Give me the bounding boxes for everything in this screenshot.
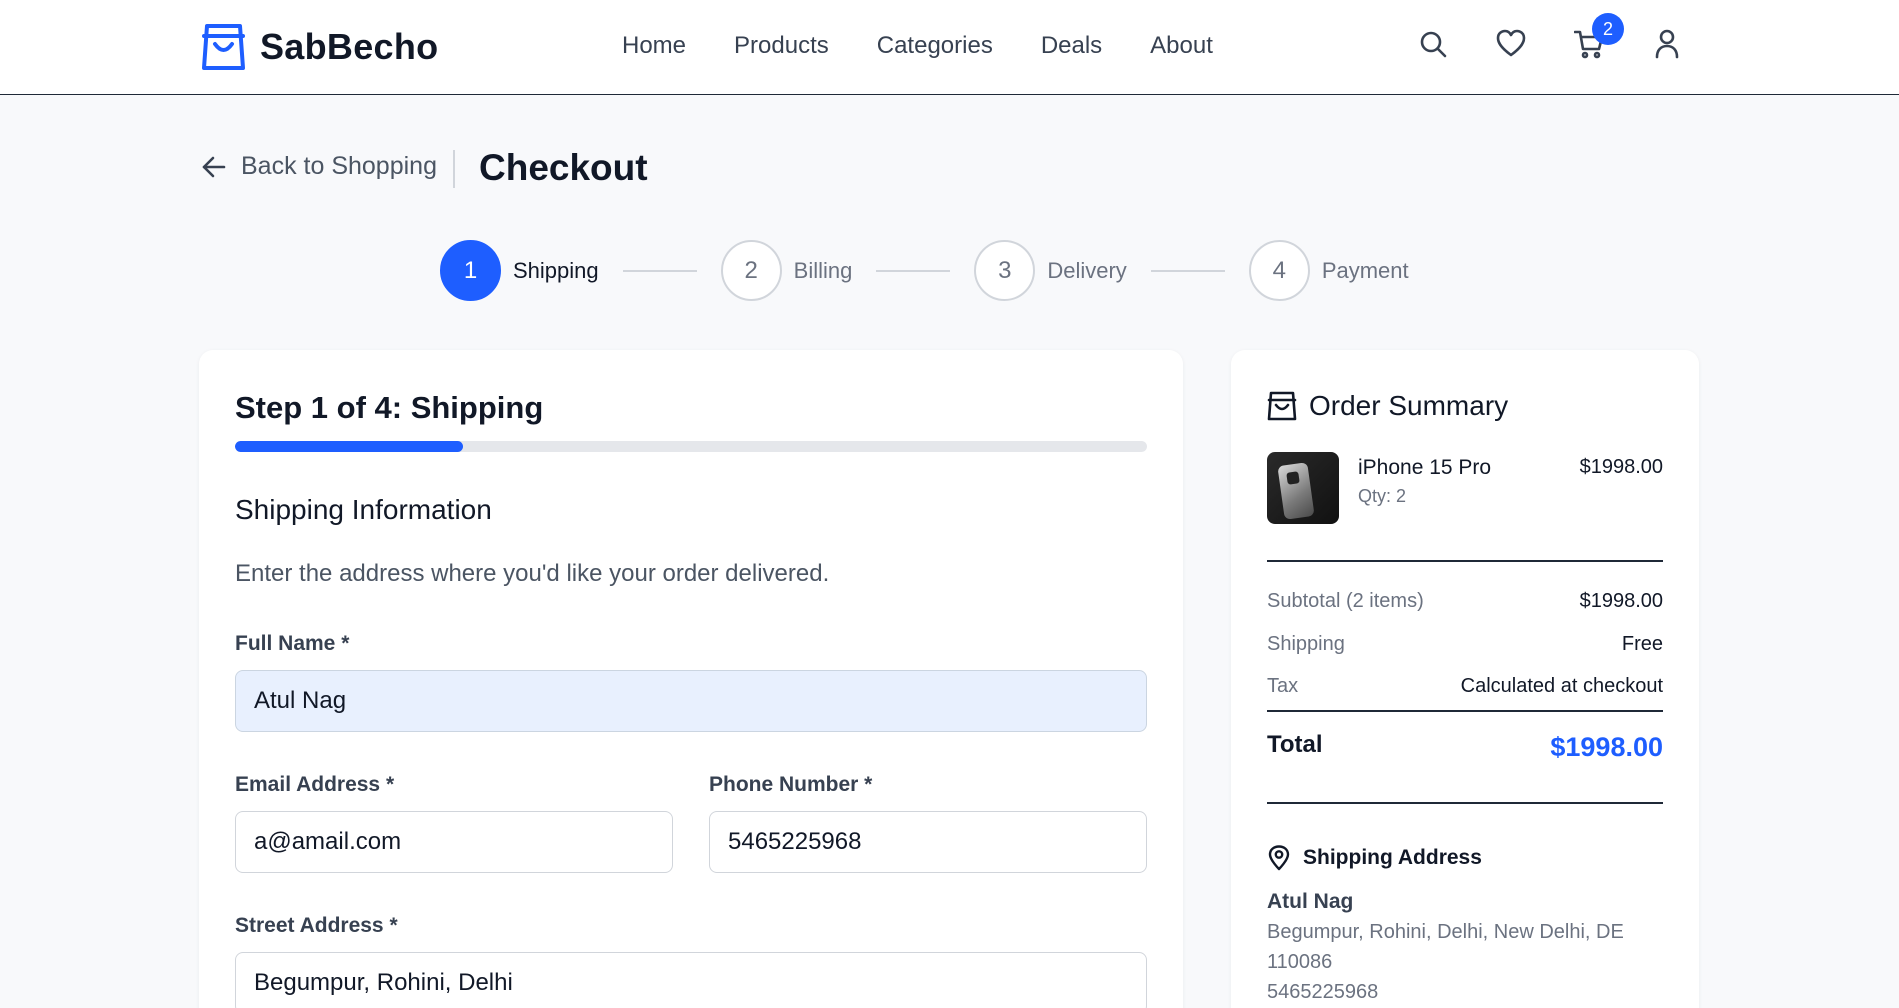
cart-icon[interactable]: 2 <box>1574 13 1624 60</box>
step-connector <box>1150 269 1225 272</box>
total-label: Total <box>1267 731 1323 758</box>
back-to-shopping-link[interactable]: Back to Shopping <box>201 152 437 181</box>
shipping-address-phone: 5465225968 <box>1267 981 1379 1003</box>
step-connector <box>876 269 951 272</box>
step-number: 2 <box>720 240 782 301</box>
section-description: Enter the address where you'd like your … <box>235 560 830 587</box>
step-label: Billing <box>793 257 853 283</box>
tax-row: Tax Calculated at checkout <box>1267 675 1663 698</box>
nav-deals[interactable]: Deals <box>1041 32 1102 60</box>
camera-module <box>1286 471 1300 485</box>
brand-logo[interactable]: SabBecho <box>201 22 438 72</box>
step-progress-bar <box>235 441 1147 452</box>
shipping-value: Free <box>1621 633 1663 655</box>
email-label: Email Address * <box>235 773 395 796</box>
tax-label: Tax <box>1267 675 1299 697</box>
summary-divider <box>1267 710 1663 712</box>
summary-divider <box>1267 560 1663 562</box>
checkout-stepper: 1 Shipping 2 Billing 3 Delivery 4 Paymen… <box>440 240 1409 301</box>
step-number: 3 <box>974 240 1036 301</box>
phone-label: Phone Number * <box>709 773 873 796</box>
shipping-address-title: Shipping Address <box>1303 846 1482 869</box>
shipping-label: Shipping <box>1267 633 1345 655</box>
summary-divider <box>1267 802 1663 804</box>
shipping-address-header: Shipping Address <box>1267 845 1482 871</box>
phone-input[interactable] <box>709 811 1147 873</box>
site-header: SabBecho Home Products Categories Deals … <box>0 0 1899 95</box>
nav-about[interactable]: About <box>1150 32 1213 60</box>
step-number: 4 <box>1248 240 1310 301</box>
header-actions: 2 <box>1418 13 1682 60</box>
order-summary-header: Order Summary <box>1267 390 1508 422</box>
email-input[interactable] <box>235 811 673 873</box>
nav-home[interactable]: Home <box>622 32 686 60</box>
subtotal-label: Subtotal (2 items) <box>1267 590 1424 612</box>
map-pin-icon <box>1268 845 1290 871</box>
step-label: Payment <box>1321 257 1409 283</box>
title-divider <box>453 150 455 188</box>
step-label: Shipping <box>513 257 599 283</box>
step-billing[interactable]: 2 Billing <box>720 240 853 301</box>
shopping-bag-icon <box>1267 391 1297 421</box>
shipping-form-card: Step 1 of 4: Shipping Shipping Informati… <box>199 350 1183 1008</box>
subtotal-value: $1998.00 <box>1579 590 1663 612</box>
street-address-input[interactable] <box>235 952 1147 1008</box>
product-qty: Qty: 2 <box>1358 486 1407 506</box>
step-number: 1 <box>440 240 501 301</box>
shipping-row: Shipping Free <box>1267 633 1663 656</box>
back-label: Back to Shopping <box>241 152 437 180</box>
step-payment[interactable]: 4 Payment <box>1248 240 1409 301</box>
section-title: Shipping Information <box>235 494 492 525</box>
full-name-input[interactable] <box>235 670 1147 732</box>
step-shipping[interactable]: 1 Shipping <box>440 240 599 301</box>
order-summary-card: Order Summary iPhone 15 Pro Qty: 2 $1998… <box>1231 350 1699 1008</box>
brand-name: SabBecho <box>260 26 439 67</box>
user-icon[interactable] <box>1652 28 1682 60</box>
page-title: Checkout <box>479 147 648 188</box>
step-label: Delivery <box>1047 257 1127 283</box>
nav-products[interactable]: Products <box>734 32 829 60</box>
full-name-label: Full Name * <box>235 632 350 655</box>
product-name: iPhone 15 Pro <box>1358 456 1492 479</box>
order-summary-title: Order Summary <box>1309 390 1509 421</box>
main-nav: Home Products Categories Deals About <box>622 32 1213 60</box>
product-thumbnail <box>1267 452 1339 524</box>
street-address-label: Street Address * <box>235 914 398 937</box>
step-title: Step 1 of 4: Shipping <box>235 390 544 425</box>
step-connector <box>622 269 697 272</box>
shipping-address-name: Atul Nag <box>1267 890 1354 913</box>
search-icon[interactable] <box>1418 28 1448 60</box>
cart-count-badge: 2 <box>1592 13 1624 45</box>
shipping-address-line1: Begumpur, Rohini, Delhi, New Delhi, DE <box>1267 921 1624 943</box>
arrow-left-icon <box>202 156 226 177</box>
product-price: $1998.00 <box>1579 456 1663 478</box>
shopping-bag-icon <box>202 24 245 70</box>
heart-icon[interactable] <box>1496 28 1526 60</box>
step-delivery[interactable]: 3 Delivery <box>974 240 1127 301</box>
nav-categories[interactable]: Categories <box>877 32 993 60</box>
step-progress-fill <box>235 441 463 452</box>
subtotal-row: Subtotal (2 items) $1998.00 <box>1267 590 1663 613</box>
shipping-address-line2: 110086 <box>1267 951 1333 973</box>
tax-value: Calculated at checkout <box>1460 675 1663 697</box>
total-value: $1998.00 <box>1550 732 1663 762</box>
